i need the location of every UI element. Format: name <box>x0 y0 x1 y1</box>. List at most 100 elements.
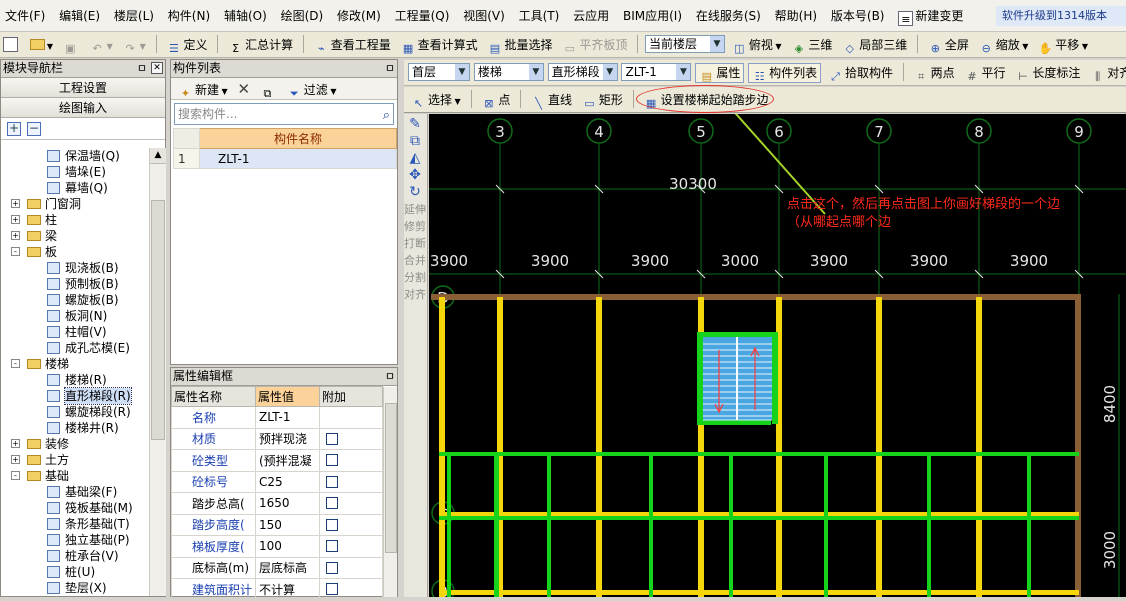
break-tool[interactable]: 打断 <box>404 237 426 250</box>
property-row[interactable]: 踏步总高(1650 <box>171 492 383 515</box>
menu-tools[interactable]: 工具(T) <box>514 0 565 31</box>
component-select[interactable]: ZLT-1 ▼ <box>621 63 692 81</box>
expand-all-icon[interactable]: + <box>7 122 21 136</box>
component-search-input[interactable]: 搜索构件... ⌕ <box>174 103 394 125</box>
menu-aux-axis[interactable]: 辅轴(O) <box>219 0 272 31</box>
collapse-all-icon[interactable]: − <box>27 122 41 136</box>
type-select[interactable]: 直形梯段 ▼ <box>547 63 618 81</box>
cad-drawing[interactable]: 3 4 5 6 7 8 9 30300 3900 3900 3900 3000 3900 3900 3900… <box>429 114 1126 597</box>
property-value[interactable]: (预拌混凝 <box>255 449 320 472</box>
move-icon[interactable]: ✥ <box>404 168 426 182</box>
tree-item[interactable]: + 装修 <box>1 436 149 452</box>
new-component-button[interactable]: ✦ 新建 ▼ <box>175 81 231 100</box>
menu-bim[interactable]: BIM应用(I) <box>618 0 687 31</box>
tree-item[interactable]: 柱帽(V) <box>1 324 149 340</box>
new-file-button[interactable] <box>0 33 23 57</box>
redo-button[interactable]: ↷ ▼ <box>120 33 149 57</box>
property-value[interactable]: 1650 <box>255 492 320 515</box>
menu-file[interactable]: 文件(F) <box>0 0 50 31</box>
flush-board-button[interactable]: ▭ 平齐板顶 <box>559 33 630 57</box>
tree-item[interactable]: + 土方 <box>1 452 149 468</box>
pan-button[interactable]: ✋ 平移 ▼ <box>1035 33 1091 57</box>
collapse-icon[interactable]: - <box>11 359 20 368</box>
menu-draw[interactable]: 绘图(D) <box>276 0 329 31</box>
tree-item[interactable]: 成孔芯模(E) <box>1 340 149 356</box>
checkbox[interactable] <box>326 561 338 574</box>
view-quantity-button[interactable]: ⌁ 查看工程量 <box>311 33 394 57</box>
property-row[interactable]: 砼标号 C25 <box>171 470 383 493</box>
copy-tool-icon[interactable]: ⧉ <box>404 134 426 148</box>
mirror-icon[interactable]: ◭ <box>404 151 426 165</box>
zoom-button[interactable]: ⊖ 缩放 ▼ <box>976 33 1032 57</box>
property-value[interactable]: C25 <box>255 470 320 493</box>
length-dim-button[interactable]: ⊢ 长度标注 <box>1012 61 1083 85</box>
expand-icon[interactable]: + <box>11 439 20 448</box>
pick-component-button[interactable]: ⤢ 拾取构件 <box>825 61 896 85</box>
menu-version[interactable]: 版本号(B) <box>826 0 890 31</box>
split-tool[interactable]: 分割 <box>404 271 426 284</box>
search-icon[interactable]: ⌕ <box>383 106 390 126</box>
tree-item[interactable]: 筏板基础(M) <box>1 500 149 516</box>
property-row[interactable]: 名称 ZLT-1 <box>171 406 383 429</box>
tree-item[interactable]: 现浇板(B) <box>1 260 149 276</box>
align-tool[interactable]: 对齐 <box>404 288 426 301</box>
category-select[interactable]: 楼梯 ▼ <box>473 63 544 81</box>
checkbox[interactable] <box>326 540 338 553</box>
floor-select[interactable]: 首层 ▼ <box>408 63 470 81</box>
rect-button[interactable]: ▭ 矩形 <box>579 88 626 112</box>
save-button[interactable]: ▣ <box>60 33 83 57</box>
floor-scope-select[interactable]: 当前楼层 ▼ <box>644 35 725 53</box>
tree-item[interactable]: - 楼梯 <box>1 356 149 372</box>
property-scrollbar[interactable] <box>383 387 397 597</box>
point-button[interactable]: ⊠ 点 <box>478 88 513 112</box>
three-d-button[interactable]: ◈ 三维 <box>788 33 835 57</box>
sum-calc-button[interactable]: Σ 汇总计算 <box>225 33 296 57</box>
collapse-icon[interactable]: - <box>11 471 20 480</box>
project-settings-button[interactable]: 工程设置 <box>1 78 165 98</box>
checkbox[interactable] <box>326 475 338 488</box>
trim-tool[interactable]: 修剪 <box>404 220 426 233</box>
checkbox[interactable] <box>326 432 338 445</box>
local-3d-button[interactable]: ◇ 局部三维 <box>839 33 910 57</box>
property-row[interactable]: 底标高(m) 层底标高 <box>171 556 383 579</box>
tree-item[interactable]: + 柱 <box>1 212 149 228</box>
tree-item[interactable]: 螺旋板(B) <box>1 292 149 308</box>
menu-floor[interactable]: 楼层(L) <box>109 0 159 31</box>
tree-item[interactable]: 直形梯段(R) <box>1 387 149 405</box>
new-change-button[interactable]: ≡ 新建变更 <box>893 0 968 31</box>
menu-modify[interactable]: 修改(M) <box>332 0 386 31</box>
upgrade-notice[interactable]: 软件升级到1314版本 <box>996 6 1126 26</box>
tree-item[interactable]: 预制板(B) <box>1 276 149 292</box>
expand-icon[interactable]: + <box>11 455 20 464</box>
scroll-thumb[interactable] <box>385 403 397 553</box>
attributes-toggle[interactable]: ▤ 属性 <box>695 63 745 83</box>
parallel-button[interactable]: # 平行 <box>962 61 1009 85</box>
component-name-cell[interactable]: ZLT-1 <box>199 148 397 169</box>
menu-quantity[interactable]: 工程量(Q) <box>390 0 455 31</box>
pin-icon[interactable]: ㅁ <box>385 60 395 77</box>
rotate-icon[interactable]: ↻ <box>404 185 426 199</box>
property-value[interactable]: 层底标高 <box>255 556 320 579</box>
filter-button[interactable]: ⏷ 过滤 ▼ <box>284 81 340 100</box>
copy-component-button[interactable]: ⧉ <box>257 81 280 100</box>
property-row[interactable]: 踏步高度(150 <box>171 513 383 536</box>
tree-item[interactable]: 楼梯(R) <box>1 372 149 388</box>
undo-button[interactable]: ↶ ▼ <box>87 33 116 57</box>
tree-item[interactable]: 墙垛(E) <box>1 164 149 180</box>
tree-item[interactable]: + 门窗洞 <box>1 196 149 212</box>
line-button[interactable]: ╲ 直线 <box>528 88 575 112</box>
delete-component-button[interactable]: ✕ <box>235 80 254 98</box>
tree-item[interactable]: + 梁 <box>1 228 149 244</box>
tree-item[interactable]: 基础梁(F) <box>1 484 149 500</box>
menu-edit[interactable]: 编辑(E) <box>54 0 105 31</box>
tree-item[interactable]: -板 <box>1 244 149 260</box>
tree-item[interactable]: - 基础 <box>1 468 149 484</box>
property-row[interactable]: 砼类型 (预拌混凝 <box>171 449 383 472</box>
property-value[interactable]: 预拌现浇 <box>255 427 320 450</box>
close-icon[interactable]: ✕ <box>151 62 163 74</box>
pencil-icon[interactable]: ✎ <box>404 117 426 131</box>
drawing-canvas[interactable]: 3 4 5 6 7 8 9 30300 3900 3900 3900 3000 3900 3900 3900… <box>429 114 1126 597</box>
fullscreen-button[interactable]: ⊕ 全屏 <box>925 33 972 57</box>
tree-item[interactable]: 垫层(X) <box>1 580 149 596</box>
checkbox[interactable] <box>326 454 338 467</box>
